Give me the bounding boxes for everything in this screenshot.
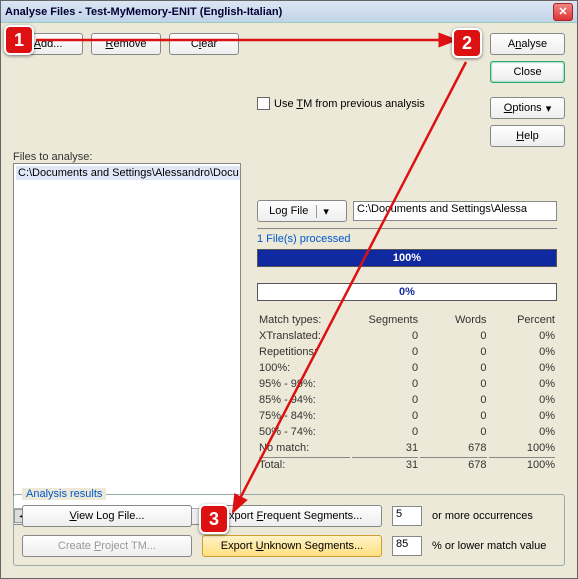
logfile-button[interactable]: Log File ▾ xyxy=(257,200,347,222)
progress-bar-2: 0% xyxy=(257,283,557,301)
unknown-threshold-input[interactable]: 85 xyxy=(392,536,422,556)
dialog-body: Add... Remove Clear Analyse Close Option… xyxy=(1,23,577,578)
table-row: XTranslated:000% xyxy=(259,329,555,343)
stats-total-row: Total:31678100% xyxy=(259,457,555,472)
close-icon[interactable]: ✕ xyxy=(553,3,573,21)
logfile-path[interactable]: C:\Documents and Settings\Alessa xyxy=(353,201,557,221)
table-row: 50% - 74%:000% xyxy=(259,425,555,439)
view-log-button[interactable]: View Log File... xyxy=(22,505,192,527)
file-entry[interactable]: C:\Documents and Settings\Alessandro\Doc… xyxy=(16,166,241,180)
clear-button[interactable]: Clear xyxy=(169,33,239,55)
table-row: 100%:000% xyxy=(259,361,555,375)
create-project-tm-button: Create Project TM... xyxy=(22,535,192,557)
annotation-badge-2: 2 xyxy=(452,28,482,58)
table-row: 85% - 94%:000% xyxy=(259,393,555,407)
table-row: 75% - 84%:000% xyxy=(259,409,555,423)
remove-button[interactable]: Remove xyxy=(91,33,161,55)
processed-label: 1 File(s) processed xyxy=(257,228,557,245)
progress-bar-1: 100% xyxy=(257,249,557,267)
annotation-badge-3: 3 xyxy=(199,504,229,534)
chevron-down-icon[interactable]: ▾ xyxy=(316,205,335,218)
files-listbox[interactable]: C:\Documents and Settings\Alessandro\Doc… xyxy=(13,163,241,525)
use-tm-label: Use TM from previous analysis xyxy=(274,98,425,110)
table-row: No match:31678100% xyxy=(259,441,555,455)
table-row: Repetitions:000% xyxy=(259,345,555,359)
window-title: Analyse Files - Test-MyMemory-ENIT (Engl… xyxy=(5,6,553,18)
annotation-badge-1: 1 xyxy=(4,25,34,55)
frequent-threshold-input[interactable]: 5 xyxy=(392,506,422,526)
export-frequent-button[interactable]: Export Frequent Segments... xyxy=(202,505,382,527)
unknown-suffix-label: % or lower match value xyxy=(432,540,546,552)
stats-table: Match types: Segments Words Percent XTra… xyxy=(257,311,557,474)
stats-header-row: Match types: Segments Words Percent xyxy=(259,313,555,327)
analysis-results-group: Analysis results View Log File... Export… xyxy=(13,494,565,566)
table-row: 95% - 99%:000% xyxy=(259,377,555,391)
analyse-button[interactable]: Analyse xyxy=(490,33,565,55)
analysis-results-legend: Analysis results xyxy=(22,488,106,500)
titlebar[interactable]: Analyse Files - Test-MyMemory-ENIT (Engl… xyxy=(1,1,577,23)
export-unknown-button[interactable]: Export Unknown Segments... xyxy=(202,535,382,557)
window: Analyse Files - Test-MyMemory-ENIT (Engl… xyxy=(0,0,578,579)
frequent-suffix-label: or more occurrences xyxy=(432,510,533,522)
use-tm-checkbox[interactable] xyxy=(257,97,270,110)
